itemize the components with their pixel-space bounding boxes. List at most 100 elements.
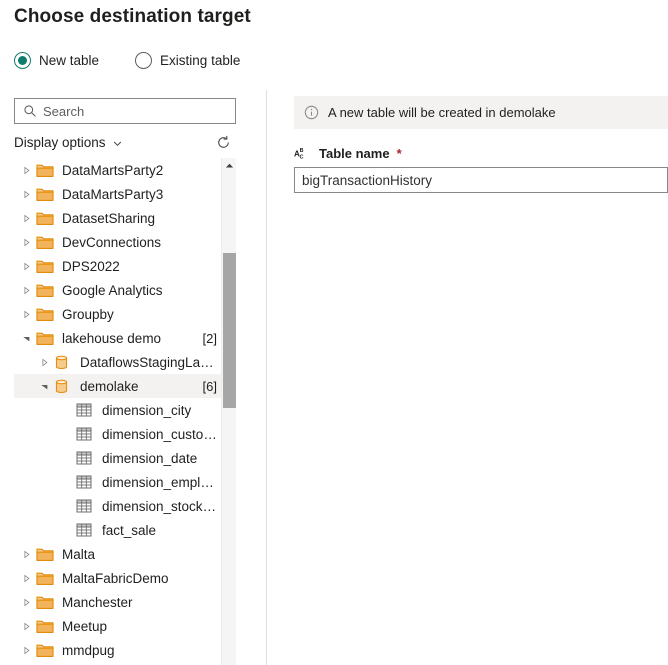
table-name-label-text: Table name	[319, 145, 390, 161]
table-name-input[interactable]	[294, 167, 668, 193]
radio-new-table[interactable]: New table	[14, 52, 99, 69]
svg-text:B: B	[300, 148, 304, 154]
display-options-label: Display options	[14, 134, 106, 150]
radio-mark-new-table	[14, 52, 31, 69]
tree-node-label: DatasetSharing	[62, 210, 156, 226]
tree-node-label: Google Analytics	[62, 282, 163, 298]
tree-node-fact-sale[interactable]: fact_sale	[14, 518, 221, 542]
destination-mode-radio-group: New table Existing table	[14, 52, 240, 69]
navigator-left-panel: Display options DataMartsParty2DataMarts…	[14, 98, 236, 665]
tree-node-label: MaltaFabricDemo	[62, 570, 169, 586]
folder-icon	[36, 282, 56, 298]
tree-scrollbar[interactable]	[221, 158, 236, 665]
info-banner-message: A new table will be created in demolake	[328, 105, 556, 120]
tree-node-label: dimension_customer	[102, 426, 217, 442]
scroll-up-button[interactable]	[222, 158, 237, 173]
twisty-placeholder	[58, 522, 74, 538]
table-icon	[76, 426, 96, 442]
tree-node-label: Meetup	[62, 618, 108, 634]
tree-node-dataflowsstaginglakeh[interactable]: DataflowsStagingLakeh...	[14, 350, 221, 374]
radio-mark-existing-table	[135, 52, 153, 69]
tree-node-datamartsparty3[interactable]: DataMartsParty3	[14, 182, 221, 206]
table-icon	[76, 498, 96, 514]
scrollbar-thumb[interactable]	[223, 253, 236, 408]
expand-twisty-icon[interactable]	[18, 306, 34, 322]
folder-icon	[36, 210, 56, 226]
search-icon	[23, 104, 37, 118]
destination-details-panel: A new table will be created in demolake …	[294, 96, 668, 193]
tree-node-lakehouse-demo[interactable]: lakehouse demo [2]	[14, 326, 221, 350]
tree-node-maltafabricdemo[interactable]: MaltaFabricDemo	[14, 566, 221, 590]
table-name-label: A B C Table name *	[294, 145, 668, 161]
expand-twisty-icon[interactable]	[18, 618, 34, 634]
radio-existing-table[interactable]: Existing table	[135, 52, 240, 69]
tree-node-count: [2]	[202, 330, 217, 346]
folder-icon	[36, 618, 56, 634]
tree-node-label: DataflowsStagingLakeh...	[80, 354, 217, 370]
folder-icon	[36, 162, 56, 178]
tree-node-label: dimension_stock_item	[102, 498, 217, 514]
folder-icon	[36, 594, 56, 610]
database-icon	[54, 378, 74, 394]
tree-node-dimension-customer[interactable]: dimension_customer	[14, 422, 221, 446]
search-input[interactable]	[43, 103, 223, 119]
expand-twisty-icon[interactable]	[18, 546, 34, 562]
tree-node-google-analytics[interactable]: Google Analytics	[14, 278, 221, 302]
tree-node-dps2022[interactable]: DPS2022	[14, 254, 221, 278]
expand-twisty-icon[interactable]	[36, 354, 52, 370]
required-marker: *	[396, 145, 402, 161]
folder-icon	[36, 570, 56, 586]
page-title: Choose destination target	[14, 6, 251, 27]
search-box[interactable]	[14, 98, 236, 124]
expand-twisty-icon[interactable]	[18, 210, 34, 226]
expand-twisty-icon[interactable]	[18, 258, 34, 274]
tree-node-devconnections[interactable]: DevConnections	[14, 230, 221, 254]
tree-node-datasetsharing[interactable]: DatasetSharing	[14, 206, 221, 230]
table-icon	[76, 474, 96, 490]
tree-node-demolake[interactable]: demolake [6]	[14, 374, 221, 398]
tree-node-mmdpug[interactable]: mmdpug	[14, 638, 221, 662]
tree-node-manchester[interactable]: Manchester	[14, 590, 221, 614]
expand-twisty-icon[interactable]	[18, 234, 34, 250]
collapse-twisty-icon[interactable]	[36, 378, 52, 394]
choose-destination-dialog: Choose destination target New table Exis…	[0, 0, 668, 665]
tree-node-label: Manchester	[62, 594, 133, 610]
expand-twisty-icon[interactable]	[18, 570, 34, 586]
collapse-twisty-icon[interactable]	[18, 330, 34, 346]
tree-node-label: dimension_city	[102, 402, 192, 418]
expand-twisty-icon[interactable]	[18, 186, 34, 202]
tree-node-datamartsparty2[interactable]: DataMartsParty2	[14, 158, 221, 182]
twisty-placeholder	[58, 498, 74, 514]
tree-node-groupby[interactable]: Groupby	[14, 302, 221, 326]
tree-node-dimension-date[interactable]: dimension_date	[14, 446, 221, 470]
table-icon	[76, 402, 96, 418]
twisty-placeholder	[58, 450, 74, 466]
expand-twisty-icon[interactable]	[18, 642, 34, 658]
display-options-dropdown[interactable]: Display options	[14, 135, 123, 150]
folder-icon	[36, 306, 56, 322]
refresh-button[interactable]	[212, 131, 234, 153]
table-icon	[76, 522, 96, 538]
abc-text-type-icon: A B C	[294, 145, 312, 161]
tree-node-dimension-employee[interactable]: dimension_employee	[14, 470, 221, 494]
tree-node-meetup[interactable]: Meetup	[14, 614, 221, 638]
tree-node-malta[interactable]: Malta	[14, 542, 221, 566]
database-icon	[54, 354, 74, 370]
tree-node-dimension-stock-item[interactable]: dimension_stock_item	[14, 494, 221, 518]
folder-icon	[36, 258, 56, 274]
object-tree[interactable]: DataMartsParty2 DataMartsParty3 DatasetSha…	[14, 158, 236, 665]
svg-text:C: C	[300, 155, 304, 161]
expand-twisty-icon[interactable]	[18, 162, 34, 178]
expand-twisty-icon[interactable]	[18, 282, 34, 298]
folder-icon	[36, 234, 56, 250]
tree-node-dimension-city[interactable]: dimension_city	[14, 398, 221, 422]
panel-divider	[266, 90, 267, 665]
tree-node-label: DataMartsParty2	[62, 162, 164, 178]
radio-label-new-table: New table	[39, 53, 100, 68]
tree-node-label: lakehouse demo	[62, 330, 162, 346]
radio-label-existing-table: Existing table	[160, 53, 241, 68]
tree-node-label: DataMartsParty3	[62, 186, 164, 202]
tree-node-label: DevConnections	[62, 234, 162, 250]
twisty-placeholder	[58, 426, 74, 442]
expand-twisty-icon[interactable]	[18, 594, 34, 610]
